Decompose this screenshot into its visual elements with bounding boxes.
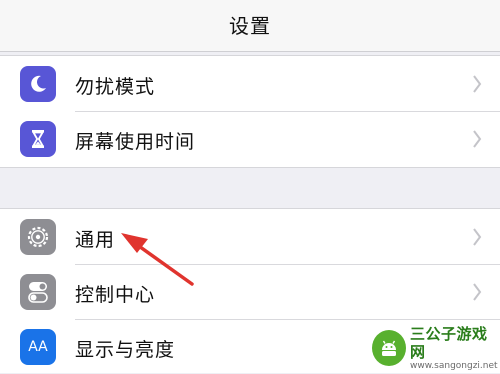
navigation-bar: 设置 — [0, 0, 500, 52]
settings-row-general[interactable]: 通用 — [0, 210, 500, 264]
settings-group-focus: 勿扰模式 屏幕使用时间 — [0, 55, 500, 168]
settings-row-label: 显示与亮度 — [75, 339, 176, 361]
watermark: 三公子游戏网 www.sangongzi.net — [372, 325, 498, 371]
chevron-right-icon — [473, 228, 482, 246]
toggles-icon — [20, 274, 56, 310]
page-title: 设置 — [229, 14, 271, 38]
text-size-icon-glyph: AA — [28, 339, 48, 355]
settings-row-do-not-disturb[interactable]: 勿扰模式 — [0, 57, 500, 111]
android-logo-icon — [372, 330, 407, 366]
chevron-right-icon — [473, 75, 482, 93]
settings-row-label: 控制中心 — [75, 284, 156, 306]
moon-icon — [20, 66, 56, 102]
settings-row-control-center[interactable]: 控制中心 — [0, 265, 500, 319]
settings-row-screen-time[interactable]: 屏幕使用时间 — [0, 112, 500, 166]
text-size-icon: AA — [20, 329, 56, 365]
watermark-title: 三公子游戏网 — [410, 324, 488, 361]
watermark-text: 三公子游戏网 www.sangongzi.net — [410, 325, 498, 372]
settings-row-label: 屏幕使用时间 — [75, 131, 196, 153]
settings-row-label: 勿扰模式 — [75, 76, 156, 98]
chevron-right-icon — [473, 283, 482, 301]
hourglass-icon — [20, 121, 56, 157]
chevron-right-icon — [473, 130, 482, 148]
settings-row-label: 通用 — [75, 229, 116, 251]
watermark-url: www.sangongzi.net — [410, 360, 498, 371]
gear-icon — [20, 219, 56, 255]
